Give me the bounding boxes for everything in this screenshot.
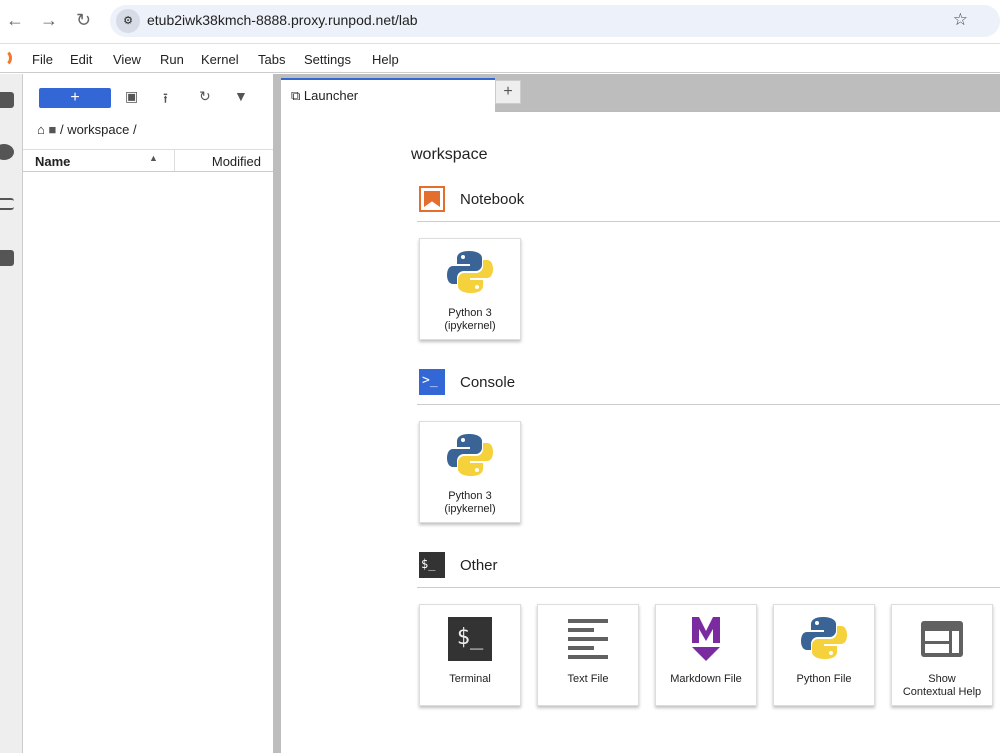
menu-view[interactable]: View xyxy=(113,52,141,67)
card-markdown-file[interactable]: Markdown File xyxy=(655,604,757,706)
notebook-icon xyxy=(419,186,445,212)
card-label: Python File xyxy=(796,673,852,685)
tab-label: Launcher xyxy=(303,88,359,103)
text-file-icon xyxy=(568,619,608,659)
card-notebook-python3[interactable]: Python 3 (ipykernel) xyxy=(419,238,521,340)
card-sublabel: (ipykernel) xyxy=(444,503,496,515)
card-label: Text File xyxy=(567,673,609,685)
terminal-icon: $_ xyxy=(419,552,445,578)
reload-icon[interactable]: ↻ xyxy=(76,10,91,31)
card-python-file[interactable]: Python File xyxy=(773,604,875,706)
toc-icon[interactable] xyxy=(0,198,14,210)
tab-launcher[interactable]: ⧉ Launcher xyxy=(281,78,495,112)
left-sidebar xyxy=(0,74,23,753)
running-icon[interactable] xyxy=(0,144,14,160)
python-logo-icon xyxy=(801,617,847,659)
tab-bar: ⧉ Launcher + xyxy=(281,74,1000,112)
new-launcher-button[interactable]: + xyxy=(39,88,111,108)
section-title: Notebook xyxy=(460,191,525,208)
card-label: Python 3 xyxy=(448,490,492,502)
column-name[interactable]: Name xyxy=(35,154,70,169)
panel-splitter[interactable] xyxy=(273,74,281,753)
section-other: $_ Other xyxy=(417,548,1000,588)
card-sublabel: Contextual Help xyxy=(902,686,982,698)
back-icon[interactable]: ← xyxy=(6,10,24,31)
card-text-file[interactable]: Text File xyxy=(537,604,639,706)
card-console-python3[interactable]: Python 3 (ipykernel) xyxy=(419,421,521,523)
menubar: File Edit View Run Kernel Tabs Settings … xyxy=(0,45,1000,73)
python-logo-icon xyxy=(447,434,493,476)
add-tab-button[interactable]: + xyxy=(495,80,521,104)
breadcrumb: ⌂ ■ / workspace / xyxy=(37,122,137,137)
bookmark-star-icon[interactable]: ☆ xyxy=(953,10,968,30)
card-contextual-help[interactable]: Show Contextual Help xyxy=(891,604,993,706)
launcher-cwd: workspace xyxy=(411,146,488,163)
menu-file[interactable]: File xyxy=(32,52,53,67)
upload-icon[interactable]: ⭱ xyxy=(163,88,168,112)
section-notebook: Notebook xyxy=(417,182,1000,222)
section-title: Console xyxy=(460,374,516,391)
python-logo-icon xyxy=(447,251,493,293)
file-list-header: Name ▲ Modified xyxy=(23,149,273,172)
card-label: Terminal xyxy=(449,673,491,685)
card-sublabel: (ipykernel) xyxy=(444,320,496,332)
section-console: >_ Console xyxy=(417,365,1000,405)
launcher-icon: ⧉ xyxy=(291,88,301,103)
site-settings-icon[interactable]: ⚙ xyxy=(116,9,140,33)
sort-asc-icon: ▲ xyxy=(149,153,158,163)
menu-kernel[interactable]: Kernel xyxy=(201,52,239,67)
menu-settings[interactable]: Settings xyxy=(304,52,351,67)
breadcrumb-path[interactable]: / workspace / xyxy=(60,122,137,137)
menu-run[interactable]: Run xyxy=(160,52,184,67)
menu-edit[interactable]: Edit xyxy=(70,52,92,67)
terminal-icon: $_ xyxy=(448,617,492,661)
forward-icon[interactable]: → xyxy=(40,10,58,31)
new-folder-icon[interactable]: ▣ xyxy=(125,88,138,105)
card-label: Markdown File xyxy=(670,673,742,685)
refresh-icon[interactable]: ↻ xyxy=(199,88,211,105)
contextual-help-icon xyxy=(921,621,963,657)
console-icon: >_ xyxy=(419,369,445,395)
section-title: Other xyxy=(460,557,498,574)
extension-icon[interactable] xyxy=(0,250,14,266)
folder-icon[interactable]: ■ xyxy=(48,122,56,137)
url-text[interactable]: etub2iwk38kmch-8888.proxy.runpod.net/lab xyxy=(147,12,418,28)
card-terminal[interactable]: $_ Terminal xyxy=(419,604,521,706)
home-icon[interactable]: ⌂ xyxy=(37,122,45,137)
menu-help[interactable]: Help xyxy=(372,52,399,67)
column-modified[interactable]: Modified xyxy=(212,154,261,169)
card-label: Show xyxy=(928,673,956,685)
launcher: workspace Notebook Python 3 (ipykernel) >… xyxy=(281,112,1000,753)
menu-tabs[interactable]: Tabs xyxy=(258,52,285,67)
markdown-icon xyxy=(692,617,720,661)
browser-toolbar: ← → ↻ ⚙ etub2iwk38kmch-8888.proxy.runpod… xyxy=(0,0,1000,44)
filter-icon[interactable]: ▼ xyxy=(234,88,248,104)
file-browser: + ▣ ⭱ ↻ ▼ ⌂ ■ / workspace / Name ▲ Modif… xyxy=(23,74,273,753)
address-bar[interactable]: ⚙ etub2iwk38kmch-8888.proxy.runpod.net/l… xyxy=(110,5,1000,37)
card-label: Python 3 xyxy=(448,307,492,319)
folder-icon[interactable] xyxy=(0,92,14,108)
jupyter-logo-icon xyxy=(0,49,12,67)
